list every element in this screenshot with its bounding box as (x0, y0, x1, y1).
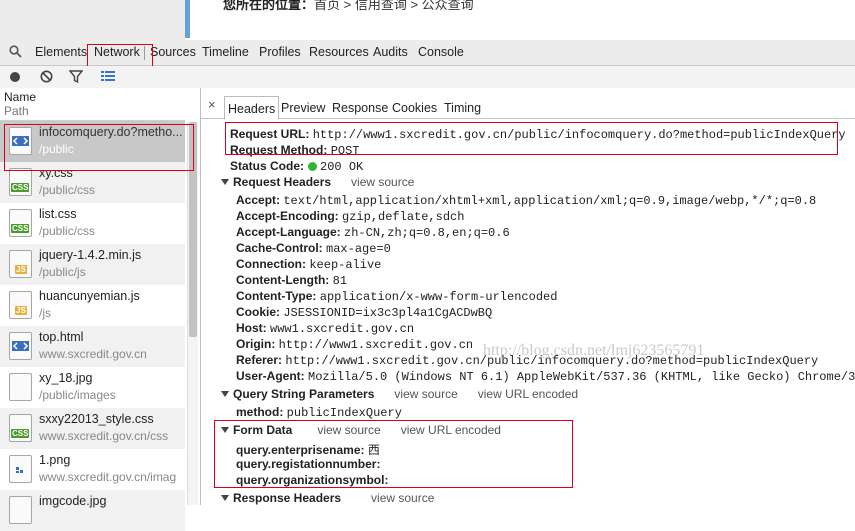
request-path: www.sxcredit.gov.cn/css (39, 429, 169, 443)
request-name: xy_18.jpg (39, 371, 93, 385)
request-row[interactable]: top.html www.sxcredit.gov.cn (0, 326, 185, 367)
request-row[interactable]: imgcode.jpg (0, 490, 185, 531)
query-string-section[interactable]: Query String Parameters view source view U… (221, 387, 578, 401)
request-name: huancunyemian.js (39, 289, 140, 303)
header-row: User-Agent: Mozilla/5.0 (Windows NT 6.1)… (236, 369, 855, 384)
highlight-selected-request (4, 124, 194, 171)
request-path: /public/images (39, 388, 116, 402)
page-content-strip: 您所在的位置：首页 > 信用查询 > 公众查询 (0, 0, 855, 40)
tab-preview[interactable]: Preview (281, 101, 325, 115)
tab-timing[interactable]: Timing (444, 101, 481, 115)
css-file-icon: CSS (9, 414, 32, 442)
css-file-icon: CSS (9, 168, 32, 196)
highlight-request-url (225, 122, 838, 155)
request-path: www.sxcredit.gov.cn/imag (39, 470, 177, 484)
js-file-icon: JS (9, 250, 32, 278)
clear-icon[interactable] (40, 70, 53, 86)
request-name: imgcode.jpg (39, 494, 107, 508)
tab-profiles[interactable]: Profiles (259, 45, 301, 59)
header-row: Origin: http://www1.sxcredit.gov.cn (236, 337, 474, 352)
tab-headers[interactable]: Headers (224, 96, 280, 120)
request-path: /public/css (39, 224, 96, 238)
column-path-header: Path (4, 104, 29, 118)
highlight-form-data (214, 420, 573, 488)
request-row[interactable]: CSS list.css /public/css (0, 203, 185, 244)
view-source-link[interactable]: view source (351, 175, 414, 189)
tab-response[interactable]: Response (332, 101, 388, 115)
request-path: /js (39, 306, 51, 320)
expand-triangle-icon[interactable] (221, 391, 229, 397)
header-row: Connection: keep-alive (236, 257, 382, 272)
request-path: www.sxcredit.gov.cn (39, 347, 147, 361)
tab-console[interactable]: Console (418, 45, 464, 59)
highlight-network-tab (87, 44, 153, 68)
tab-elements[interactable]: Elements (35, 45, 87, 59)
header-row: Accept: text/html,application/xhtml+xml,… (236, 193, 817, 208)
search-icon[interactable] (9, 45, 22, 61)
request-row[interactable]: JS huancunyemian.js /js (0, 285, 185, 326)
breadcrumb: 您所在的位置：首页 > 信用查询 > 公众查询 (223, 0, 474, 12)
request-row[interactable]: 1.png www.sxcredit.gov.cn/imag (0, 449, 185, 490)
request-path: /public/js (39, 265, 86, 279)
request-name: list.css (39, 207, 77, 221)
header-row: Accept-Language: zh-CN,zh;q=0.8,en;q=0.6 (236, 225, 510, 240)
view-url-encoded-link[interactable]: view URL encoded (478, 387, 578, 401)
expand-triangle-icon[interactable] (221, 179, 229, 185)
request-headers-section[interactable]: Request Headers view source (221, 175, 414, 189)
image-file-icon (9, 373, 32, 401)
request-row[interactable]: CSS sxxy22013_style.css www.sxcredit.gov… (0, 408, 185, 449)
request-path: /public/css (39, 183, 96, 197)
view-source-link[interactable]: view source (394, 387, 457, 401)
view-source-link[interactable]: view source (371, 491, 434, 505)
list-view-icon[interactable] (101, 70, 115, 85)
response-headers-section[interactable]: Response Headers view source (221, 491, 434, 505)
tab-timeline[interactable]: Timeline (202, 45, 249, 59)
request-name: sxxy22013_style.css (39, 412, 154, 426)
filter-icon[interactable] (68, 70, 84, 86)
expand-triangle-icon[interactable] (221, 495, 229, 501)
tab-audits[interactable]: Audits (373, 45, 408, 59)
request-name: 1.png (39, 453, 71, 467)
header-row: Host: www1.sxcredit.gov.cn (236, 321, 415, 336)
request-name: jquery-1.4.2.min.js (39, 248, 142, 262)
status-ok-icon (308, 162, 318, 171)
list-scrollbar[interactable] (187, 122, 198, 505)
watermark: http://blog.csdn.net/lmj623565791 (483, 342, 705, 359)
header-row: Content-Type: application/x-www-form-url… (236, 289, 558, 304)
header-row: Content-Length: 81 (236, 273, 348, 288)
tab-cookies[interactable]: Cookies (392, 101, 437, 115)
header-row: Accept-Encoding: gzip,deflate,sdch (236, 209, 465, 224)
record-icon[interactable] (9, 71, 21, 86)
page-left-panel (0, 0, 185, 40)
header-row: Cache-Control: max-age=0 (236, 241, 391, 256)
page-accent-bar (185, 0, 190, 38)
tab-sources[interactable]: Sources (150, 45, 196, 59)
request-list-header: Name Path (0, 88, 185, 121)
css-file-icon: CSS (9, 209, 32, 237)
status-code-line: Status Code: 200 OK (230, 159, 364, 174)
header-row: Cookie: JSESSIONID=ix3c3pl4a1CgACDwBQ (236, 305, 493, 320)
png-file-icon (9, 455, 32, 483)
request-row[interactable]: xy_18.jpg /public/images (0, 367, 185, 408)
column-name-header[interactable]: Name (4, 90, 36, 104)
detail-tabs: × Headers Preview Response Cookies Timin… (201, 96, 855, 120)
request-row[interactable]: JS jquery-1.4.2.min.js /public/js (0, 244, 185, 285)
close-icon[interactable]: × (208, 97, 216, 112)
js-file-icon: JS (9, 291, 32, 319)
network-controls (0, 66, 855, 89)
image-file-icon (9, 496, 32, 524)
query-param-row: method: publicIndexQuery (236, 405, 402, 420)
html-file-icon (9, 332, 32, 360)
request-name: top.html (39, 330, 84, 344)
tab-resources[interactable]: Resources (309, 45, 369, 59)
